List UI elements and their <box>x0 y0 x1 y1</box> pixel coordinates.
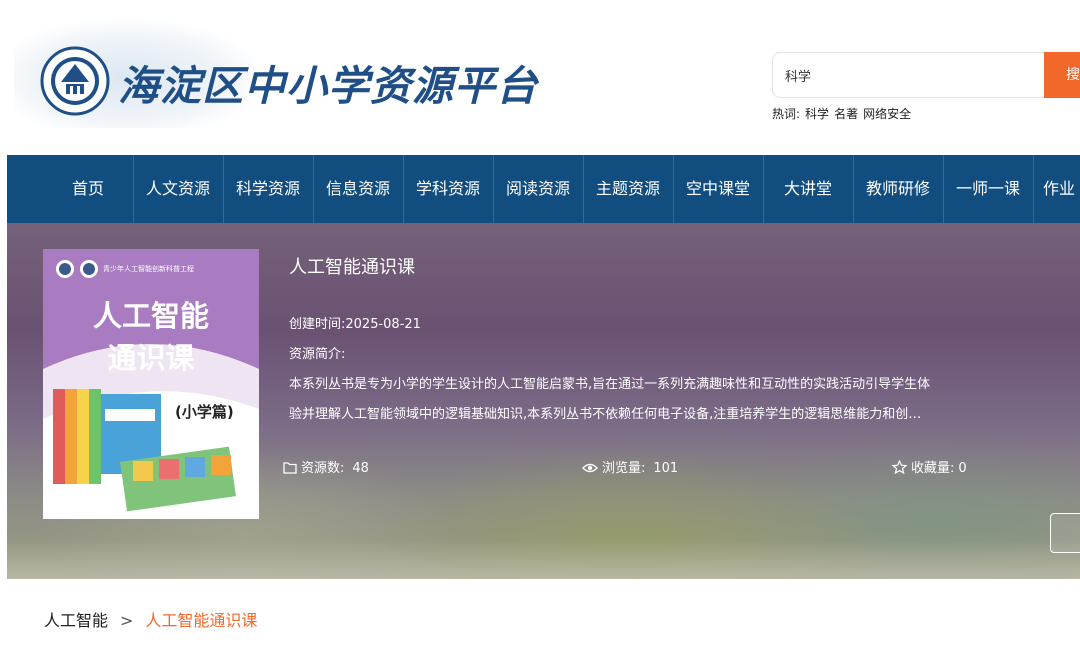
resource-cover-image[interactable]: 青少年人工智能创新科普工程 人工智能 通识课 (小学篇) <box>43 249 259 519</box>
created-value: 2025-08-21 <box>345 317 421 332</box>
view-count-value: 101 <box>653 461 679 476</box>
cover-title-line2: 通识课 <box>107 341 195 375</box>
nav-item-teacher-training[interactable]: 教师研修 <box>853 155 943 223</box>
star-icon[interactable] <box>891 459 908 475</box>
favorite-count: 收藏量: 0 <box>891 457 967 476</box>
created-date: 创建时间:2025-08-21 <box>289 313 421 332</box>
view-count-label: 浏览量: <box>602 461 646 476</box>
intro-text-line1: 本系列丛书是专为小学的学生设计的人工智能启蒙书,旨在通过一系列充满趣味性和互动性… <box>289 377 931 392</box>
intro-text-line2: 验并理解人工智能领域中的逻辑基础知识,本系列丛书不依赖任何电子设备,注重培养学生… <box>289 407 922 422</box>
hotword-classics[interactable]: 名著 <box>834 107 858 121</box>
breadcrumb: 人工智能 > 人工智能通识课 <box>44 607 257 631</box>
breadcrumb-parent[interactable]: 人工智能 <box>44 611 108 630</box>
nav-item-home[interactable]: 首页 <box>43 155 133 223</box>
hotwords-label: 热词: <box>772 107 801 121</box>
nav-item-lecture-hall[interactable]: 大讲堂 <box>763 155 853 223</box>
nav-item-topics[interactable]: 主题资源 <box>583 155 673 223</box>
search-box <box>772 52 1044 98</box>
hotword-science[interactable]: 科学 <box>805 107 829 121</box>
hotword-network-security[interactable]: 网络安全 <box>863 107 911 121</box>
cover-title-line1: 人工智能 <box>92 299 209 333</box>
nav-item-subjects[interactable]: 学科资源 <box>403 155 493 223</box>
side-float-button[interactable] <box>1050 513 1080 553</box>
breadcrumb-current: 人工智能通识课 <box>145 611 258 630</box>
haidian-education-seal-icon[interactable] <box>40 46 110 116</box>
cover-subtitle: (小学篇) <box>175 403 234 421</box>
nav-item-reading[interactable]: 阅读资源 <box>493 155 583 223</box>
folder-icon <box>283 462 297 474</box>
nav-item-homework[interactable]: 作业 <box>1037 155 1080 223</box>
cover-top-text: 青少年人工智能创新科普工程 <box>103 265 194 273</box>
banner-fade <box>7 539 1080 579</box>
eye-icon <box>582 463 598 473</box>
chevron-right-icon: > <box>120 611 134 630</box>
search-input[interactable] <box>785 53 1035 97</box>
nav-item-one-teacher-one-lesson[interactable]: 一师一课 <box>943 155 1033 223</box>
hotwords: 热词: 科学 名著 网络安全 <box>772 105 916 122</box>
view-count: 浏览量: 101 <box>582 457 678 476</box>
nav-item-air-classroom[interactable]: 空中课堂 <box>673 155 763 223</box>
nav-item-science[interactable]: 科学资源 <box>223 155 313 223</box>
favorite-count-value: 0 <box>958 461 967 476</box>
resource-count-label: 资源数: <box>301 461 345 476</box>
nav-item-information[interactable]: 信息资源 <box>313 155 403 223</box>
site-title: 海淀区中小学资源平台 <box>118 62 538 110</box>
intro-label: 资源简介: <box>289 347 346 362</box>
nav-item-humanities[interactable]: 人文资源 <box>133 155 223 223</box>
favorite-count-label: 收藏量: <box>911 461 955 476</box>
nav-divider <box>1033 155 1034 223</box>
cover-artwork-icon <box>43 249 259 519</box>
created-label: 创建时间: <box>289 317 346 332</box>
resource-count-value: 48 <box>352 461 369 476</box>
search-button[interactable]: 搜 <box>1044 52 1080 98</box>
resource-title: 人工智能通识课 <box>289 257 415 278</box>
main-nav: 首页 人文资源 科学资源 信息资源 学科资源 阅读资源 主题资源 空中课堂 大讲… <box>7 155 1080 223</box>
site-header: 海淀区中小学资源平台 搜 热词: 科学名著网络安全 <box>0 0 1080 155</box>
resource-banner: 青少年人工智能创新科普工程 人工智能 通识课 (小学篇) 人工智能通识课 创建时… <box>7 223 1080 579</box>
resource-count: 资源数: 48 <box>283 457 369 476</box>
